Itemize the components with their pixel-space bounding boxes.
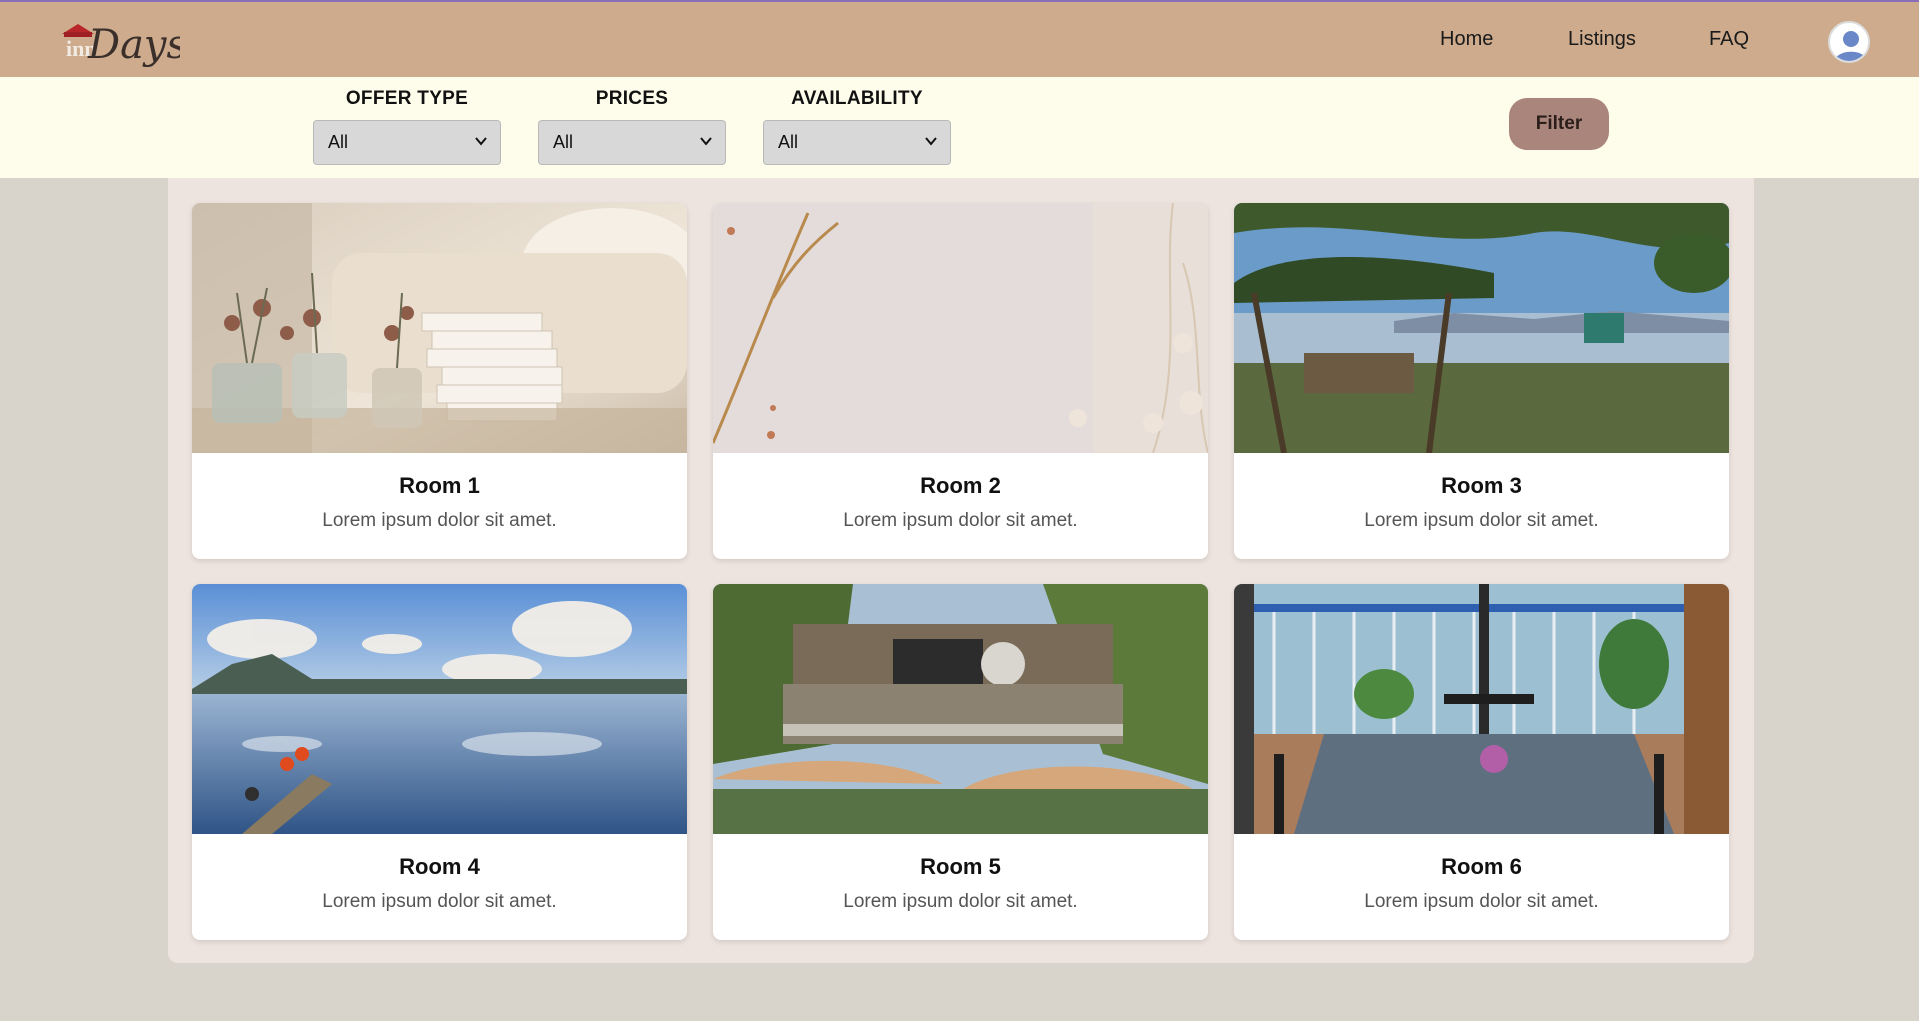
nav-links: Home Listings FAQ — [0, 28, 1919, 58]
room-card[interactable]: Room 5 Lorem ipsum dolor sit amet. — [713, 584, 1208, 940]
pale-dried-plants-icon — [713, 203, 1208, 453]
dried-flowers-books-icon — [192, 203, 687, 453]
user-avatar-icon[interactable] — [1828, 21, 1870, 63]
availability-value: All — [778, 132, 799, 152]
balcony-dining-icon — [1234, 584, 1729, 834]
offer-type-label: OFFER TYPE — [345, 88, 469, 109]
availability-filter: AVAILABILITY All — [763, 87, 951, 165]
room-card[interactable]: Room 2 Lorem ipsum dolor sit amet. — [713, 203, 1208, 559]
nav-listings-link[interactable]: Listings — [1568, 28, 1636, 51]
room-title: Room 2 — [920, 473, 1001, 498]
room-title: Room 4 — [399, 854, 480, 879]
room-card[interactable]: Room 1 Lorem ipsum dolor sit amet. — [192, 203, 687, 559]
availability-label: AVAILABILITY — [791, 88, 923, 109]
offer-type-filter: OFFER TYPE All — [313, 87, 501, 165]
room-description: Lorem ipsum dolor sit amet. — [843, 891, 1078, 912]
house-umbrellas-icon — [713, 584, 1208, 834]
lakeside-swing-icon — [1234, 203, 1729, 453]
chevron-down-icon — [925, 137, 937, 146]
room-title: Room 1 — [399, 473, 480, 498]
chevron-down-icon — [475, 137, 487, 146]
availability-select[interactable]: All — [763, 120, 951, 165]
room-card[interactable]: Room 4 Lorem ipsum dolor sit amet. — [192, 584, 687, 940]
room-description: Lorem ipsum dolor sit amet. — [1364, 891, 1599, 912]
room-description: Lorem ipsum dolor sit amet. — [322, 510, 557, 531]
room-title: Room 3 — [1441, 473, 1522, 498]
navbar: inn Days Home Listings FAQ — [0, 0, 1919, 77]
prices-filter: PRICES All — [538, 87, 726, 165]
room-description: Lorem ipsum dolor sit amet. — [322, 891, 557, 912]
prices-value: All — [553, 132, 574, 152]
offer-type-select[interactable]: All — [313, 120, 501, 165]
prices-label: PRICES — [595, 88, 669, 109]
nav-home-link[interactable]: Home — [1440, 28, 1493, 51]
chevron-down-icon — [700, 137, 712, 146]
room-title: Room 5 — [920, 854, 1001, 879]
filter-button[interactable]: Filter — [1509, 98, 1609, 150]
filter-bar: OFFER TYPE All PRICES All AVAILABILITY A… — [0, 77, 1919, 178]
lake-raft-icon — [192, 584, 687, 834]
prices-select[interactable]: All — [538, 120, 726, 165]
nav-faq-link[interactable]: FAQ — [1709, 28, 1749, 51]
listings-container: Room 1 Lorem ipsum dolor sit amet. Room — [168, 178, 1754, 963]
room-description: Lorem ipsum dolor sit amet. — [843, 510, 1078, 531]
offer-type-value: All — [328, 132, 349, 152]
room-card[interactable]: Room 3 Lorem ipsum dolor sit amet. — [1234, 203, 1729, 559]
room-description: Lorem ipsum dolor sit amet. — [1364, 510, 1599, 531]
room-title: Room 6 — [1441, 854, 1522, 879]
room-card[interactable]: Room 6 Lorem ipsum dolor sit amet. — [1234, 584, 1729, 940]
